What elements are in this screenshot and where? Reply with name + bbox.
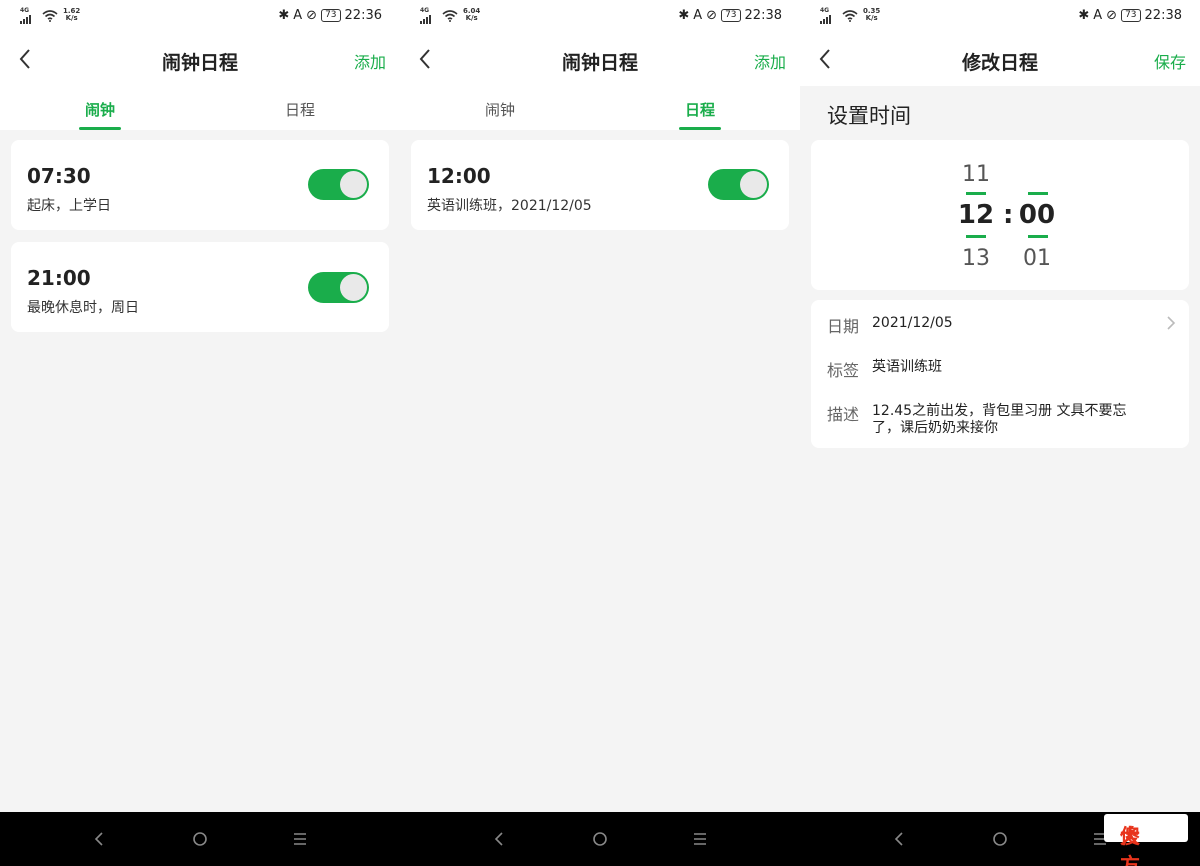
status-clock: 22:38	[744, 8, 782, 23]
alarm-desc: 最晚休息时，周日	[27, 300, 139, 316]
time-separator: :	[1003, 200, 1014, 230]
nav-menu-icon[interactable]	[289, 828, 311, 850]
wifi-icon	[442, 10, 458, 22]
tab-bar: 闹钟 日程	[400, 86, 800, 130]
network-type-label: 4G	[820, 7, 830, 14]
nav-home-icon[interactable]	[989, 828, 1011, 850]
tab-schedule[interactable]: 日程	[650, 99, 750, 120]
alarm-time: 07:30	[27, 164, 91, 188]
tab-bar: 闹钟 日程	[0, 86, 400, 130]
cell-signal-icon: 4G	[20, 7, 40, 24]
status-bar: 4G 1.62 K/s ✱ A ⊘ 73 22:36	[0, 0, 400, 34]
system-nav-bar	[0, 812, 1200, 866]
add-button[interactable]: 添加	[354, 49, 386, 73]
wifi-icon	[842, 10, 858, 22]
watermark-text-2: 大方	[1120, 824, 1141, 866]
auto-brightness-icon: A	[293, 8, 303, 23]
minute-selected[interactable]: 00	[1017, 200, 1057, 230]
header: 修改日程 保存	[800, 34, 1200, 86]
chevron-right-icon[interactable]	[1165, 314, 1177, 332]
minute-selection-line-bottom	[1028, 235, 1048, 238]
description-label: 描述	[827, 405, 860, 424]
description-line: 了，课后奶奶来接你	[872, 420, 998, 436]
date-value[interactable]: 2021/12/05	[872, 315, 953, 332]
header: 闹钟日程 添加	[0, 34, 400, 86]
bluetooth-icon: ✱	[678, 8, 690, 23]
alarm-toggle[interactable]	[308, 272, 369, 303]
page-title: 闹钟日程	[161, 52, 238, 74]
nav-back-icon[interactable]	[489, 828, 511, 850]
status-bar: 4G 0.35 K/s ✱ A ⊘ 73 22:38	[800, 0, 1200, 34]
tab-indicator	[79, 127, 121, 130]
list-item[interactable]: 07:30 起床，上学日	[11, 140, 389, 230]
page-title: 闹钟日程	[561, 52, 638, 74]
auto-brightness-icon: A	[693, 8, 703, 23]
cell-signal-icon: 4G	[420, 7, 440, 24]
toggle-knob	[340, 274, 367, 301]
alarm-off-icon: ⊘	[1106, 8, 1118, 23]
tag-label: 标签	[827, 361, 860, 380]
time-picker: 11 12 : 00 13 01	[811, 140, 1189, 290]
nav-home-icon[interactable]	[589, 828, 611, 850]
screen-schedule-list: 4G 6.04 K/s ✱ A ⊘ 73 22:38 闹钟日程 添加 闹钟 日程 …	[400, 0, 800, 812]
network-type-label: 4G	[20, 7, 30, 14]
minute-option-next[interactable]: 01	[1017, 246, 1057, 271]
description-line: 12.45之前出发，背包里习册 文具不要忘	[872, 403, 1127, 419]
nav-back-icon[interactable]	[89, 828, 111, 850]
description-field[interactable]: 12.45之前出发，背包里习册 文具不要忘 了，课后奶奶来接你	[872, 403, 1172, 437]
schedule-time: 12:00	[427, 164, 491, 188]
header: 闹钟日程 添加	[400, 34, 800, 86]
list-item[interactable]: 12:00 英语训练班，2021/12/05	[411, 140, 789, 230]
battery-icon: 73	[321, 9, 341, 22]
toggle-knob	[340, 171, 367, 198]
schedule-form: 日期 2021/12/05 标签 英语训练班 描述 12.45之前出发，背包里习…	[811, 300, 1189, 448]
bluetooth-icon: ✱	[278, 8, 290, 23]
save-button[interactable]: 保存	[1154, 49, 1186, 73]
schedule-desc: 英语训练班，2021/12/05	[427, 198, 592, 214]
tag-field[interactable]: 英语训练班	[872, 359, 942, 376]
tab-alarm[interactable]: 闹钟	[50, 99, 150, 120]
hour-selection-line-top	[966, 192, 986, 195]
alarm-off-icon: ⊘	[706, 8, 718, 23]
nav-home-icon[interactable]	[189, 828, 211, 850]
section-title: 设置时间	[827, 104, 911, 128]
list-item[interactable]: 21:00 最晚休息时，周日	[11, 242, 389, 332]
network-speed: 1.62 K/s	[63, 7, 81, 22]
wifi-icon	[42, 10, 58, 22]
status-bar: 4G 6.04 K/s ✱ A ⊘ 73 22:38	[400, 0, 800, 34]
hour-option-next[interactable]: 13	[956, 246, 996, 271]
screen-alarm-list: 4G 1.62 K/s ✱ A ⊘ 73 22:36 闹钟日程 添加 闹钟 日程 …	[0, 0, 400, 812]
battery-icon: 73	[1121, 9, 1141, 22]
hour-selection-line-bottom	[966, 235, 986, 238]
tab-schedule[interactable]: 日程	[250, 99, 350, 120]
battery-icon: 73	[721, 9, 741, 22]
hour-option-prev[interactable]: 11	[956, 162, 996, 187]
screen-edit-schedule: 4G 0.35 K/s ✱ A ⊘ 73 22:38 修改日程 保存 设置时间 1…	[800, 0, 1200, 812]
status-clock: 22:36	[344, 8, 382, 23]
cell-signal-icon: 4G	[820, 7, 840, 24]
alarm-toggle[interactable]	[308, 169, 369, 200]
toggle-knob	[740, 171, 767, 198]
network-type-label: 4G	[420, 7, 430, 14]
page-title: 修改日程	[961, 52, 1038, 74]
date-label: 日期	[827, 317, 860, 336]
auto-brightness-icon: A	[1093, 8, 1103, 23]
nav-back-icon[interactable]	[889, 828, 911, 850]
nav-menu-icon[interactable]	[689, 828, 711, 850]
status-clock: 22:38	[1144, 8, 1182, 23]
alarm-desc: 起床，上学日	[27, 198, 111, 214]
watermark-logo: 傻大方	[1104, 814, 1188, 866]
minute-selection-line-top	[1028, 192, 1048, 195]
hour-selected[interactable]: 12	[956, 200, 996, 230]
tab-alarm[interactable]: 闹钟	[450, 99, 550, 120]
network-speed: 0.35 K/s	[863, 7, 881, 22]
tab-indicator	[679, 127, 721, 130]
schedule-toggle[interactable]	[708, 169, 769, 200]
network-speed: 6.04 K/s	[463, 7, 481, 22]
alarm-time: 21:00	[27, 266, 91, 290]
alarm-off-icon: ⊘	[306, 8, 318, 23]
bluetooth-icon: ✱	[1078, 8, 1090, 23]
add-button[interactable]: 添加	[754, 49, 786, 73]
